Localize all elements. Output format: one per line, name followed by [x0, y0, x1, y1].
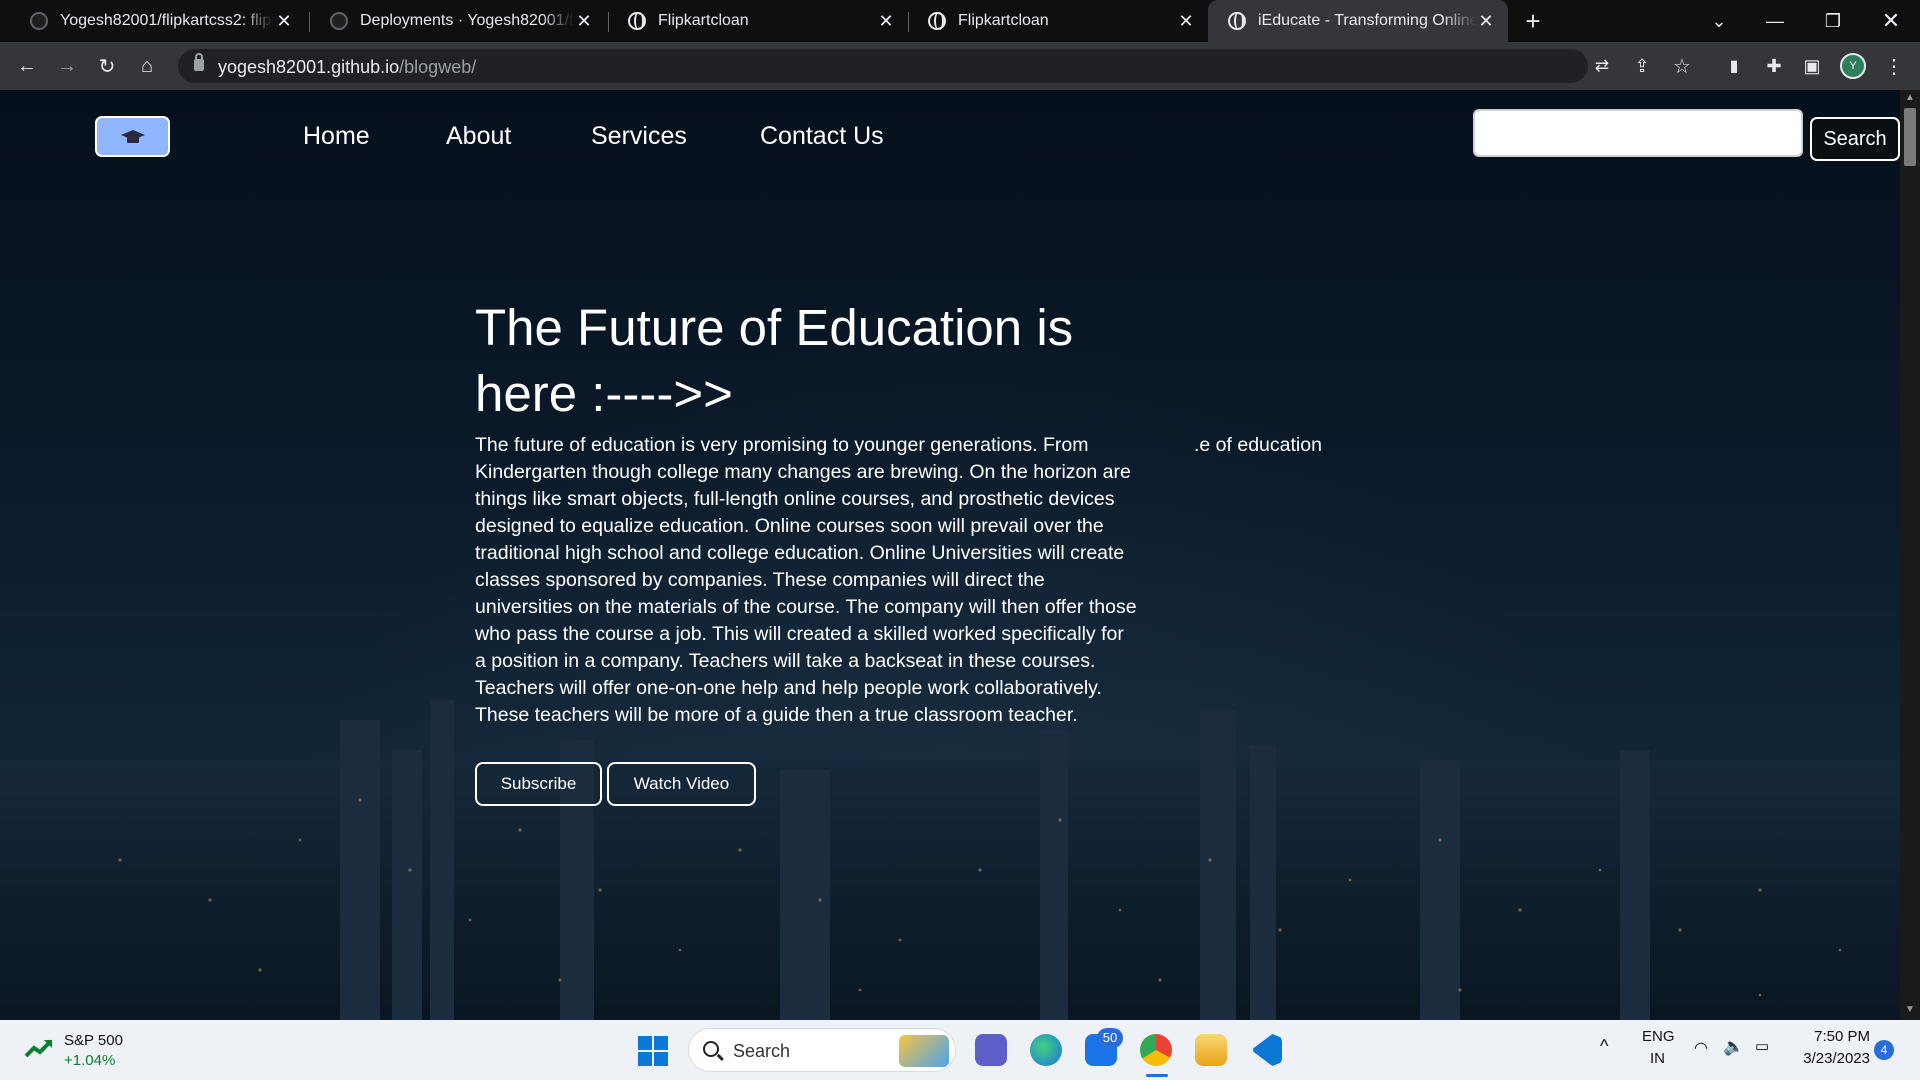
restore-button[interactable]: ❐	[1810, 0, 1856, 42]
share-icon[interactable]: ⇪	[1628, 52, 1656, 80]
web-page: Home About Services Contact Us Search Th…	[0, 90, 1900, 1020]
close-icon[interactable]: ✕	[1476, 11, 1496, 32]
new-tab-button[interactable]: +	[1518, 6, 1548, 36]
bookmark-star-icon[interactable]: ☆	[1668, 52, 1696, 80]
tab-deployments[interactable]: Deployments · Yogesh82001/flipk ✕	[310, 0, 606, 42]
stock-name[interactable]: S&P 500	[64, 1032, 123, 1049]
search-highlight-icon	[899, 1035, 949, 1067]
chrome-icon[interactable]	[1140, 1034, 1172, 1066]
extensions-puzzle-icon[interactable]: ✚	[1760, 52, 1788, 80]
logo-button[interactable]	[95, 116, 170, 157]
globe-icon	[628, 12, 646, 30]
tab-title: Deployments · Yogesh82001/flipk	[360, 12, 574, 29]
address-bar[interactable]: yogesh82001.github.io/blogweb/	[178, 49, 1588, 83]
subscribe-button[interactable]: Subscribe	[475, 762, 602, 806]
edge-browser-icon[interactable]	[1030, 1034, 1062, 1066]
side-panel-icon[interactable]: ▣	[1798, 52, 1826, 80]
notification-badge[interactable]: 4	[1874, 1040, 1894, 1060]
hero-paragraph: The future of education is very promisin…	[475, 434, 1137, 726]
teams-chat-icon[interactable]	[975, 1034, 1007, 1066]
wifi-icon[interactable]: ◠	[1694, 1038, 1708, 1058]
globe-icon	[928, 12, 946, 30]
active-app-indicator	[1146, 1074, 1168, 1077]
taskbar-search[interactable]: Search	[688, 1028, 956, 1072]
taskbar: S&P 500 +1.04% Search 50 ^ ENG IN ◠ 🔈 ▭ …	[0, 1020, 1920, 1080]
forward-button[interactable]: →	[53, 52, 81, 80]
tab-flipkartcloan-1[interactable]: Flipkartcloan ✕	[608, 0, 908, 42]
tab-title: iEducate - Transforming Online Ed	[1258, 12, 1476, 29]
mail-badge: 50	[1097, 1028, 1123, 1048]
file-explorer-icon[interactable]	[1195, 1034, 1227, 1066]
close-icon[interactable]: ✕	[1176, 11, 1196, 32]
overflow-text: .e of education	[1194, 434, 1322, 456]
scroll-up-arrow-icon[interactable]: ▲	[1904, 92, 1916, 104]
volume-icon[interactable]: 🔈	[1723, 1037, 1744, 1057]
hero-title: The Future of Education is here :---->>	[475, 299, 1074, 422]
lock-icon[interactable]	[194, 53, 204, 71]
back-button[interactable]: ←	[13, 52, 41, 80]
tab-title: Yogesh82001/flipkartcss2: flipkart	[60, 12, 274, 29]
globe-icon	[1228, 12, 1246, 30]
url-path: /blogweb/	[399, 57, 477, 77]
tab-search-button[interactable]: ⌄	[1696, 0, 1742, 42]
taskbar-search-label: Search	[733, 1041, 791, 1061]
reload-button[interactable]: ↻	[93, 52, 121, 80]
scroll-down-arrow-icon[interactable]: ▼	[1904, 1004, 1916, 1016]
tab-title: Flipkartcloan	[658, 12, 749, 29]
browser-toolbar: ← → ↻ ⌂ yogesh82001.github.io/blogweb/ ⇄…	[0, 42, 1920, 90]
clock-date[interactable]: 3/23/2023	[1792, 1050, 1870, 1067]
search-icon	[703, 1041, 719, 1057]
tab-ieducate[interactable]: iEducate - Transforming Online Ed ✕	[1208, 0, 1508, 42]
site-search-button[interactable]: Search	[1810, 117, 1900, 161]
tab-flipkartcss2[interactable]: Yogesh82001/flipkartcss2: flipkart ✕	[10, 0, 306, 42]
minimize-button[interactable]: —	[1752, 0, 1798, 42]
region-label[interactable]: IN	[1650, 1050, 1665, 1067]
tab-flipkartcloan-2[interactable]: Flipkartcloan ✕	[908, 0, 1208, 42]
vscode-icon[interactable]	[1253, 1034, 1282, 1066]
github-icon	[330, 12, 348, 30]
close-icon[interactable]: ✕	[574, 11, 594, 32]
page-scrollbar[interactable]: ▲ ▼	[1900, 90, 1920, 1020]
github-icon	[30, 12, 48, 30]
home-button[interactable]: ⌂	[133, 52, 161, 80]
site-search-input[interactable]	[1473, 109, 1803, 157]
url-host: yogesh82001.github.io	[218, 57, 400, 77]
tab-title: Flipkartcloan	[958, 12, 1049, 29]
profile-avatar[interactable]: Y	[1840, 53, 1866, 79]
clock-time[interactable]: 7:50 PM	[1792, 1028, 1870, 1045]
close-icon[interactable]: ✕	[274, 11, 294, 32]
battery-icon[interactable]: ▭	[1755, 1037, 1769, 1055]
close-window-button[interactable]: ✕	[1868, 0, 1914, 42]
chevron-up-icon[interactable]: ^	[1600, 1036, 1608, 1057]
graduation-cap-icon	[120, 129, 145, 143]
menu-kebab-icon[interactable]: ⋮	[1880, 52, 1908, 80]
nav-services[interactable]: Services	[591, 122, 687, 151]
tab-strip: Yogesh82001/flipkartcss2: flipkart ✕ Dep…	[0, 0, 1920, 42]
watch-video-button[interactable]: Watch Video	[607, 762, 756, 806]
close-icon[interactable]: ✕	[876, 11, 896, 32]
scroll-thumb[interactable]	[1904, 108, 1916, 166]
stock-chart-icon[interactable]	[24, 1034, 54, 1064]
extension-icon[interactable]: ▮	[1720, 52, 1748, 80]
nav-contact-us[interactable]: Contact Us	[760, 122, 884, 151]
translate-icon[interactable]: ⇄	[1588, 52, 1616, 80]
nav-home[interactable]: Home	[303, 122, 370, 151]
stock-change[interactable]: +1.04%	[64, 1052, 115, 1069]
nav-about[interactable]: About	[446, 122, 511, 151]
url-text: yogesh82001.github.io/blogweb/	[218, 57, 476, 78]
language-label[interactable]: ENG	[1642, 1028, 1675, 1045]
windows-start-icon[interactable]	[638, 1036, 668, 1066]
